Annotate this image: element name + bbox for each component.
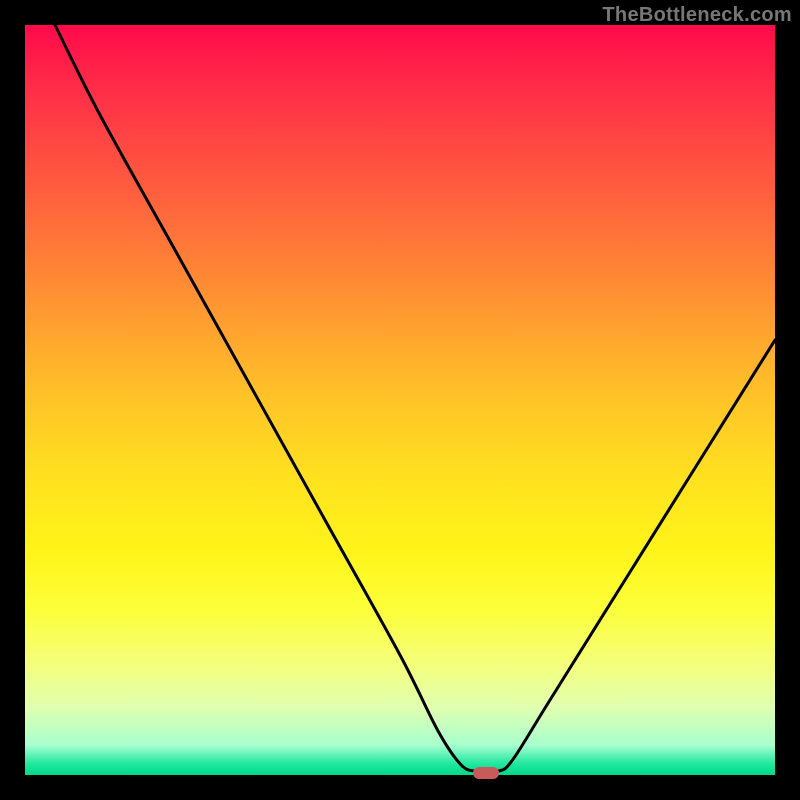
chart-container: TheBottleneck.com: [0, 0, 800, 800]
plot-area: [25, 25, 775, 775]
watermark-text: TheBottleneck.com: [602, 4, 792, 27]
bottleneck-curve: [55, 25, 775, 772]
optimum-marker: [473, 767, 499, 779]
curve-layer: [25, 25, 775, 775]
